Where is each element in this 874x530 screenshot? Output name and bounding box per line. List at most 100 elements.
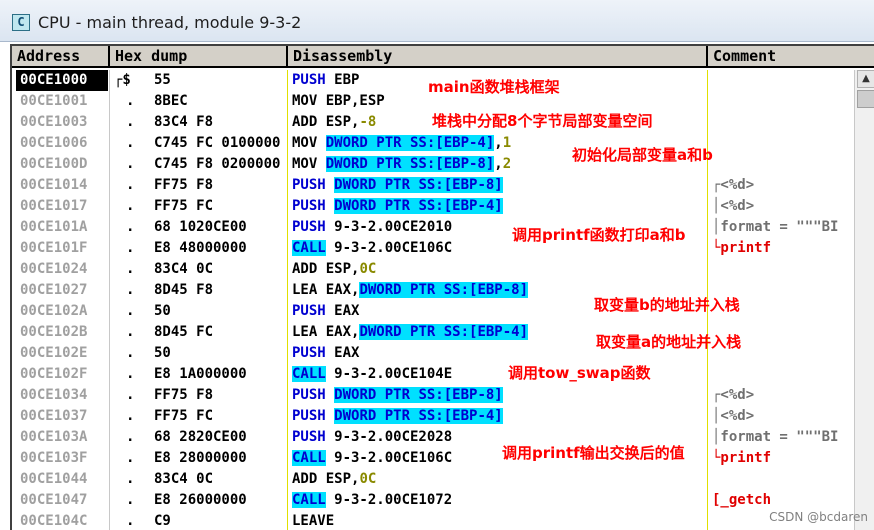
column-header-address[interactable]: Address	[12, 46, 110, 68]
instruction-token: ADD ESP,	[292, 114, 360, 130]
window-title: CPU - main thread, module 9-3-2	[38, 13, 302, 32]
row-disassembly[interactable]: CALL 9-3-2.00CE1072	[292, 490, 702, 511]
row-comment[interactable]: │<%d>	[712, 406, 852, 427]
scroll-up-arrow-icon[interactable]: ▲	[857, 70, 874, 88]
row-comment[interactable]	[712, 469, 852, 490]
row-address[interactable]: 00CE1017	[16, 196, 108, 217]
row-disassembly[interactable]: ADD ESP,0C	[292, 469, 702, 490]
disassembly-row[interactable]: 00CE1017. FF75 FC PUSH DWORD PTR SS:[EBP-4…	[12, 196, 852, 217]
row-hex-dump[interactable]: E8 26000000	[154, 490, 288, 511]
row-disassembly[interactable]: PUSH DWORD PTR SS:[EBP-4]	[292, 196, 702, 217]
disassembly-row[interactable]: 00CE104C. C9 LEAVE	[12, 511, 852, 530]
row-comment[interactable]	[712, 154, 852, 175]
row-comment[interactable]: └printf	[712, 448, 852, 469]
row-address[interactable]: 00CE1024	[16, 259, 108, 280]
disassembly-row[interactable]: 00CE1006. C745 FC 0100000 MOV DWORD PTR SS…	[12, 133, 852, 154]
row-comment[interactable]	[712, 364, 852, 385]
row-hex-dump[interactable]: 8D45 F8	[154, 280, 288, 301]
disassembly-row[interactable]: 00CE100D. C745 F8 0200000 MOV DWORD PTR SS…	[12, 154, 852, 175]
instruction-token: ,	[494, 156, 503, 172]
row-disassembly[interactable]: ADD ESP,0C	[292, 259, 702, 280]
instruction-token: CALL	[292, 450, 326, 466]
scroll-thumb[interactable]	[857, 90, 874, 108]
row-address[interactable]: 00CE101F	[16, 238, 108, 259]
disassembly-row[interactable]: 00CE1034. FF75 F8 PUSH DWORD PTR SS:[EBP-8…	[12, 385, 852, 406]
row-disassembly[interactable]: PUSH DWORD PTR SS:[EBP-8]	[292, 385, 702, 406]
row-hex-dump[interactable]: 83C4 F8	[154, 112, 288, 133]
row-address[interactable]: 00CE104C	[16, 511, 108, 530]
row-hex-dump[interactable]: E8 48000000	[154, 238, 288, 259]
row-address[interactable]: 00CE102A	[16, 301, 108, 322]
row-hex-dump[interactable]: E8 1A000000	[154, 364, 288, 385]
row-hex-dump[interactable]: 83C4 0C	[154, 469, 288, 490]
disassembly-row[interactable]: 00CE1014. FF75 F8 PUSH DWORD PTR SS:[EBP-8…	[12, 175, 852, 196]
disassembly-row[interactable]: 00CE103A. 68 2820CE00 PUSH 9-3-2.00CE2028 │…	[12, 427, 852, 448]
row-address[interactable]: 00CE1001	[16, 91, 108, 112]
row-disassembly[interactable]: LEAVE	[292, 511, 702, 530]
row-comment[interactable]: [_getch	[712, 490, 852, 511]
row-comment[interactable]: │format = """BI	[712, 427, 852, 448]
instruction-token: CALL	[292, 492, 326, 508]
row-comment[interactable]: │format = """BI	[712, 217, 852, 238]
row-hex-dump[interactable]: 8BEC	[154, 91, 288, 112]
row-address[interactable]: 00CE1044	[16, 469, 108, 490]
row-comment[interactable]	[712, 133, 852, 154]
row-hex-dump[interactable]: FF75 F8	[154, 175, 288, 196]
row-address[interactable]: 00CE1003	[16, 112, 108, 133]
row-address[interactable]: 00CE103F	[16, 448, 108, 469]
row-hex-dump[interactable]: FF75 FC	[154, 196, 288, 217]
row-address[interactable]: 00CE1006	[16, 133, 108, 154]
disassembly-row[interactable]: 00CE1024. 83C4 0C ADD ESP,0C	[12, 259, 852, 280]
row-address[interactable]: 00CE1027	[16, 280, 108, 301]
row-address[interactable]: 00CE1000	[16, 70, 108, 91]
row-hex-dump[interactable]: 8D45 FC	[154, 322, 288, 343]
disassembly-row[interactable]: 00CE101F. E8 48000000 CALL 9-3-2.00CE106C └…	[12, 238, 852, 259]
row-hex-dump[interactable]: 68 1020CE00	[154, 217, 288, 238]
row-hex-dump[interactable]: E8 28000000	[154, 448, 288, 469]
row-comment[interactable]	[712, 70, 852, 91]
row-hex-dump[interactable]: FF75 FC	[154, 406, 288, 427]
row-address[interactable]: 00CE102F	[16, 364, 108, 385]
row-hex-dump[interactable]: C745 F8 0200000	[154, 154, 288, 175]
row-comment[interactable]: │<%d>	[712, 196, 852, 217]
row-comment[interactable]	[712, 112, 852, 133]
row-address[interactable]: 00CE1034	[16, 385, 108, 406]
instruction-token: MOV	[292, 135, 326, 151]
row-comment[interactable]	[712, 259, 852, 280]
disassembly-row[interactable]: 00CE1037. FF75 FC PUSH DWORD PTR SS:[EBP-4…	[12, 406, 852, 427]
row-comment[interactable]	[712, 91, 852, 112]
row-hex-dump[interactable]: 50	[154, 343, 288, 364]
row-address[interactable]: 00CE102B	[16, 322, 108, 343]
vertical-scrollbar[interactable]: ▲	[854, 70, 874, 530]
row-address[interactable]: 00CE1014	[16, 175, 108, 196]
disassembly-row[interactable]: 00CE101A. 68 1020CE00 PUSH 9-3-2.00CE2010 │…	[12, 217, 852, 238]
disassembly-row[interactable]: 00CE103F. E8 28000000 CALL 9-3-2.00CE106C └…	[12, 448, 852, 469]
column-header-comment[interactable]: Comment	[708, 46, 874, 68]
row-hex-dump[interactable]: C9	[154, 511, 288, 530]
row-comment[interactable]: ┌<%d>	[712, 385, 852, 406]
row-hex-dump[interactable]: 55	[154, 70, 288, 91]
row-comment[interactable]: └printf	[712, 238, 852, 259]
row-address[interactable]: 00CE1037	[16, 406, 108, 427]
disassembly-row[interactable]: 00CE1047. E8 26000000 CALL 9-3-2.00CE1072[…	[12, 490, 852, 511]
row-disassembly[interactable]: PUSH DWORD PTR SS:[EBP-4]	[292, 406, 702, 427]
column-header-disassembly[interactable]: Disassembly	[288, 46, 708, 68]
row-address[interactable]: 00CE102E	[16, 343, 108, 364]
column-header-hex-dump[interactable]: Hex dump	[110, 46, 288, 68]
row-address[interactable]: 00CE101A	[16, 217, 108, 238]
row-comment[interactable]: ┌<%d>	[712, 175, 852, 196]
instruction-token: ADD ESP,	[292, 261, 360, 277]
row-hex-dump[interactable]: 83C4 0C	[154, 259, 288, 280]
row-hex-dump[interactable]: 50	[154, 301, 288, 322]
row-hex-dump[interactable]: C745 FC 0100000	[154, 133, 288, 154]
instruction-token: 9-3-2.00CE104E	[325, 366, 453, 382]
row-hex-dump[interactable]: FF75 F8	[154, 385, 288, 406]
instruction-token: EAX	[325, 303, 360, 319]
disassembly-row[interactable]: 00CE1044. 83C4 0C ADD ESP,0C	[12, 469, 852, 490]
row-address[interactable]: 00CE100D	[16, 154, 108, 175]
disassembly-row[interactable]: 00CE102F. E8 1A000000 CALL 9-3-2.00CE104E	[12, 364, 852, 385]
row-address[interactable]: 00CE1047	[16, 490, 108, 511]
row-disassembly[interactable]: PUSH DWORD PTR SS:[EBP-8]	[292, 175, 702, 196]
row-address[interactable]: 00CE103A	[16, 427, 108, 448]
row-hex-dump[interactable]: 68 2820CE00	[154, 427, 288, 448]
